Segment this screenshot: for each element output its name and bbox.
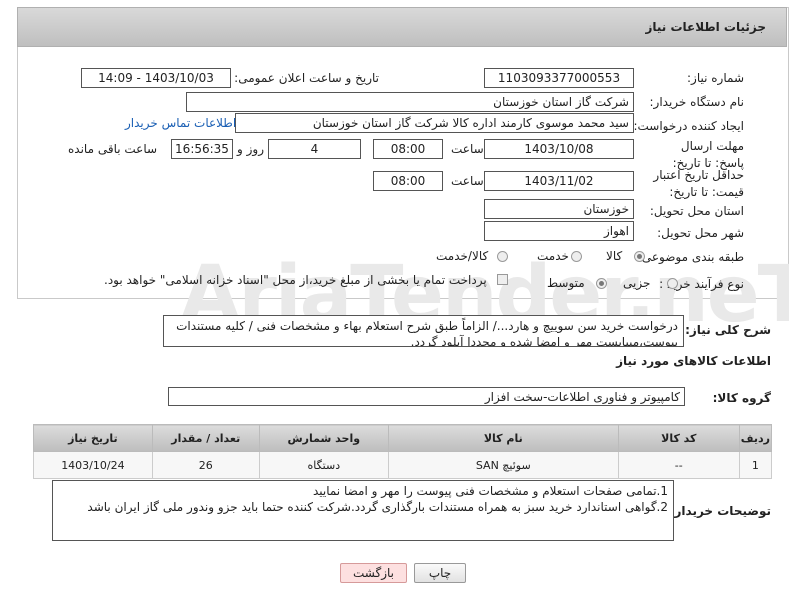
- goods-section-title: اطلاعات کالاهای مورد نیاز: [616, 354, 771, 368]
- remaining-label: ساعت باقی مانده: [68, 142, 158, 156]
- goods-group-field: کامپیوتر و فناوری اطلاعات-سخت افزار: [168, 387, 685, 406]
- page-title: جزئیات اطلاعات نیاز: [645, 20, 766, 34]
- deadline-time-label: ساعت: [451, 142, 484, 156]
- validity-label: حداقل تاریخ اعتبار قیمت: تا تاریخ:: [653, 168, 744, 199]
- col-unit: واحد شمارش: [258, 424, 389, 452]
- header-bar: جزئیات اطلاعات نیاز: [17, 7, 787, 47]
- validity-time-label: ساعت: [451, 174, 484, 188]
- city-label: شهر محل تحویل:: [657, 226, 744, 240]
- need-number-field: 1103093377000553: [484, 68, 634, 88]
- process-option-medium: متوسط: [547, 276, 585, 290]
- back-button[interactable]: بازگشت: [340, 563, 407, 583]
- buyer-notes-line-1: 1.تمامی صفحات استعلام و مشخصات فنی پیوست…: [312, 484, 668, 498]
- print-button[interactable]: چاپ: [414, 563, 466, 583]
- announce-label: تاریخ و ساعت اعلان عمومی:: [234, 71, 379, 85]
- col-item-code: کد کالا: [617, 424, 740, 452]
- goods-table: ردیف کد کالا نام کالا واحد شمارش تعداد /…: [33, 424, 773, 479]
- cell-item-name: سوئیچ SAN: [387, 451, 619, 479]
- description-label: شرح کلی نیاز:: [685, 323, 771, 337]
- cell-need-date: 1403/10/24: [33, 451, 153, 479]
- category-radio-goods-service[interactable]: [497, 251, 508, 262]
- validity-date-field: 1403/11/02: [484, 171, 634, 191]
- province-field: خوزستان: [484, 199, 634, 219]
- category-option-goods-service: کالا/خدمت: [436, 249, 489, 263]
- days-label: روز و: [237, 142, 264, 156]
- category-option-service: خدمت: [537, 249, 569, 263]
- col-need-date: تاریخ نیاز: [33, 424, 153, 452]
- table-header-row: ردیف کد کالا نام کالا واحد شمارش تعداد /…: [33, 424, 773, 452]
- cell-quantity: 26: [151, 451, 260, 479]
- col-item-name: نام کالا: [387, 424, 619, 452]
- deadline-date-field: 1403/10/08: [484, 139, 634, 159]
- deadline-time-field: 08:00: [373, 139, 443, 159]
- buyer-notes-label: توضیحات خریدار:: [669, 504, 771, 518]
- category-option-goods: کالا: [606, 249, 623, 263]
- category-radio-goods[interactable]: [634, 251, 645, 262]
- cell-row-number: 1: [738, 451, 773, 479]
- category-radio-service[interactable]: [571, 251, 582, 262]
- cell-unit: دستگاه: [258, 451, 389, 479]
- col-row-number: ردیف: [738, 424, 773, 452]
- requester-label: ایجاد کننده درخواست:: [633, 119, 744, 133]
- treasury-payment-note: پرداخت تمام یا بخشی از مبلغ خرید،از محل …: [104, 273, 487, 287]
- days-field: 4: [268, 139, 361, 159]
- process-option-minor: جزیی: [623, 276, 651, 290]
- description-textarea: درخواست خرید سن سوییچ و هارد.../ الزاماً…: [163, 315, 684, 347]
- process-radio-medium[interactable]: [596, 278, 607, 289]
- buyer-notes-textarea: 1.تمامی صفحات استعلام و مشخصات فنی پیوست…: [52, 480, 674, 541]
- buyer-org-field: شرکت گاز استان خوزستان: [186, 92, 634, 112]
- col-quantity: تعداد / مقدار: [151, 424, 260, 452]
- table-row: 1 -- سوئیچ SAN دستگاه 26 1403/10/24: [33, 451, 773, 479]
- requester-field: سید محمد موسوی کارمند اداره کالا شرکت گا…: [235, 113, 634, 133]
- category-label: طبقه بندی موضوعی:: [637, 250, 744, 264]
- remaining-time-field: 16:56:35: [171, 139, 233, 159]
- validity-time-field: 08:00: [373, 171, 443, 191]
- cell-item-code: --: [617, 451, 740, 479]
- contact-buyer-link[interactable]: اطلاعات تماس خریدار: [125, 116, 236, 130]
- goods-group-label: گروه کالا:: [712, 391, 771, 405]
- treasury-payment-checkbox[interactable]: [497, 274, 508, 285]
- province-label: استان محل تحویل:: [649, 204, 744, 218]
- buyer-org-label: نام دستگاه خریدار:: [649, 95, 745, 109]
- city-field: اهواز: [484, 221, 634, 241]
- need-number-label: شماره نیاز:: [687, 71, 744, 85]
- buyer-notes-line-2: 2.گواهی استاندارد خرید سبز به همراه مستن…: [87, 500, 668, 514]
- process-radio-minor[interactable]: [667, 278, 678, 289]
- announce-field: 1403/10/03 - 14:09: [81, 68, 231, 88]
